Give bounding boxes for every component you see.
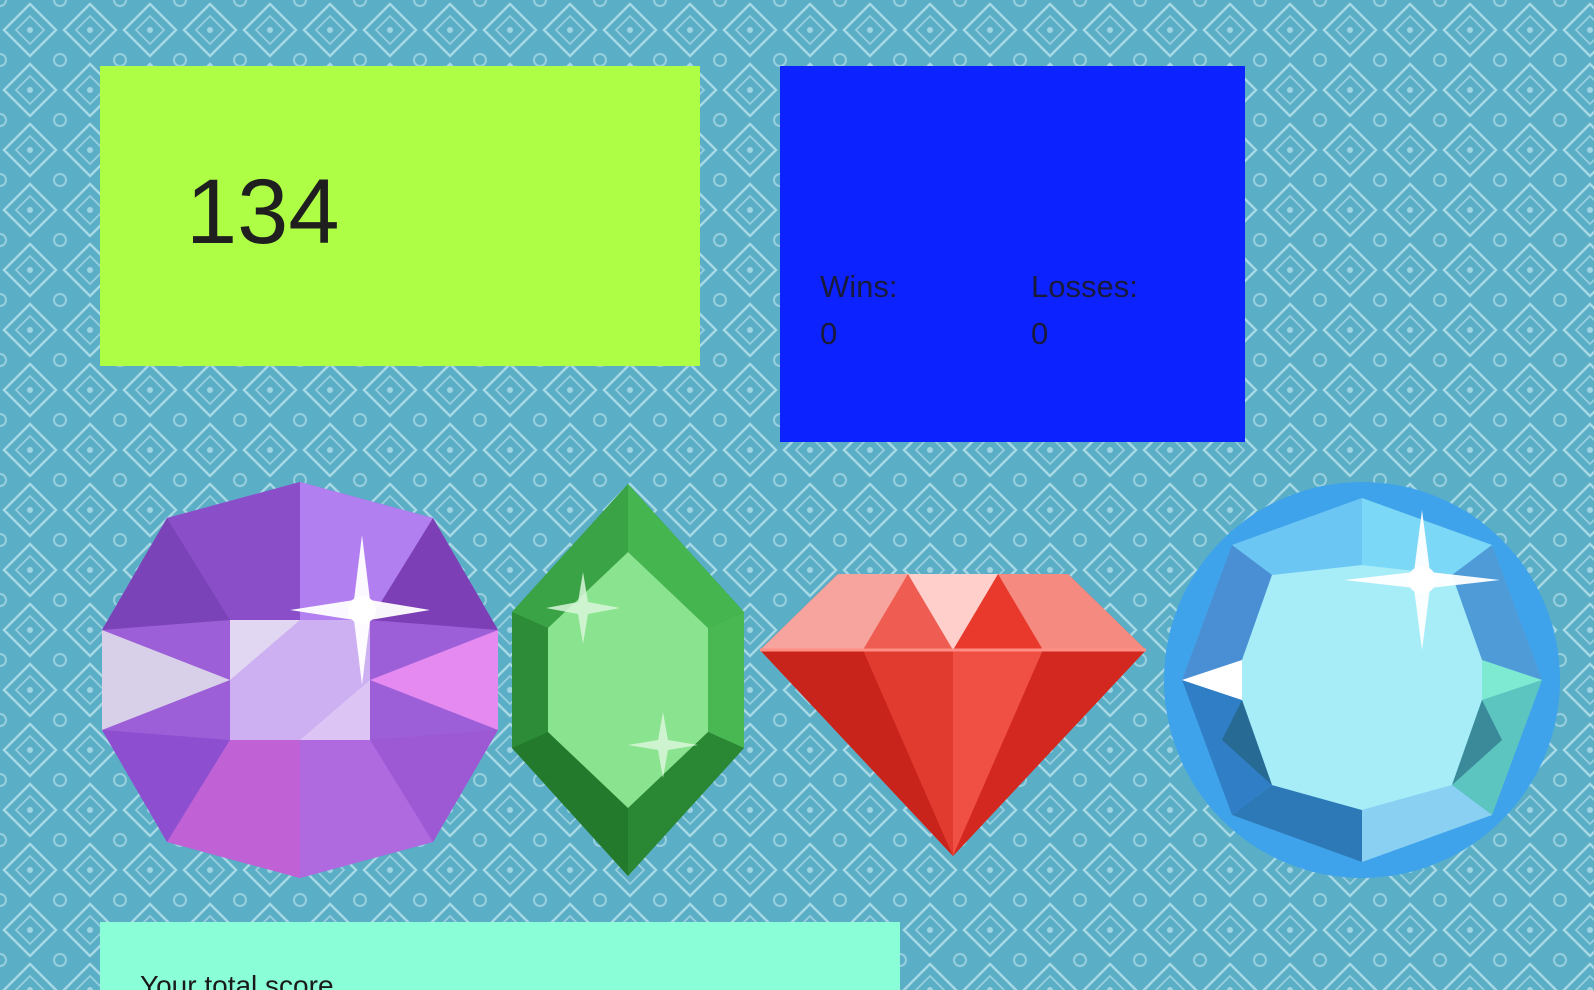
green-gem-button[interactable] bbox=[508, 482, 748, 878]
target-number-panel: 134 bbox=[100, 66, 700, 366]
wins-label: Wins: bbox=[820, 269, 898, 304]
total-score-label: Your total score bbox=[140, 970, 334, 990]
red-gem-button[interactable] bbox=[758, 568, 1148, 858]
wins-value: 0 bbox=[820, 316, 838, 351]
win-loss-panel: Wins: 0 Losses: 0 bbox=[780, 66, 1245, 442]
target-number: 134 bbox=[186, 161, 340, 263]
blue-gem-button[interactable] bbox=[1162, 480, 1562, 880]
purple-gem-button[interactable] bbox=[100, 480, 500, 880]
total-score-panel: Your total score bbox=[100, 922, 900, 990]
losses-value: 0 bbox=[1031, 316, 1049, 351]
wins-stat: Wins: 0 bbox=[820, 271, 898, 349]
losses-stat: Losses: 0 bbox=[1031, 271, 1138, 349]
losses-label: Losses: bbox=[1031, 269, 1138, 304]
